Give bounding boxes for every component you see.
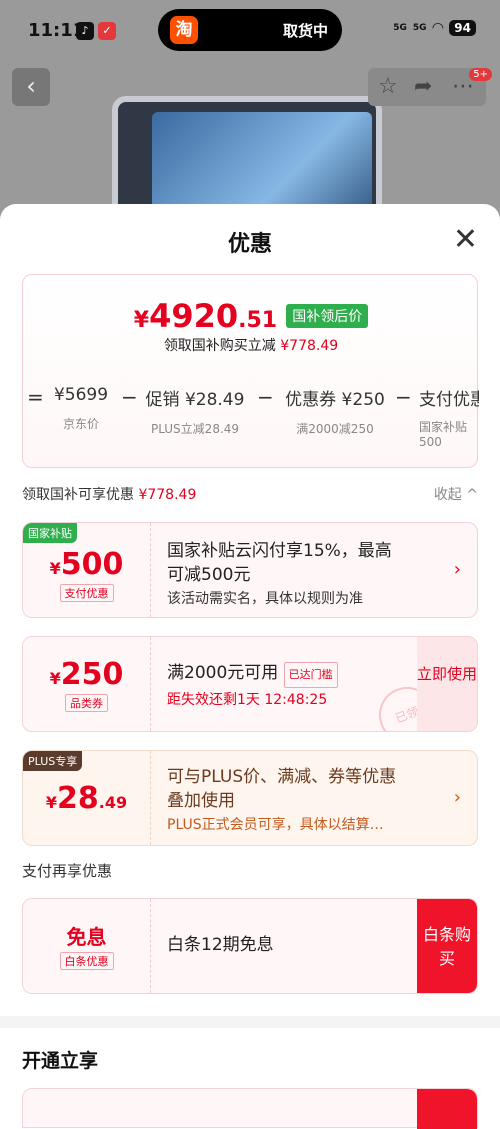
coupon-desc: 可与PLUS价、满减、券等优惠 叠加使用 PLUS正式会员可享，具体以结算… xyxy=(167,765,396,837)
section-guobu: 领取国补可享优惠 ¥778.49 xyxy=(22,484,196,504)
price-tag: 国补领后价 xyxy=(286,304,369,328)
final-price: ¥4920.51 国补领后价 xyxy=(23,297,479,335)
star-icon[interactable]: ☆ xyxy=(378,74,398,99)
coupon-line: 满2000元可用 xyxy=(167,663,279,683)
breakdown-item: 促销 ¥28.49 PLUS立减28.49 xyxy=(143,385,247,437)
back-button[interactable]: ‹ xyxy=(12,68,50,106)
status-right: 5G 5G ◠ 94 xyxy=(393,20,476,36)
tiktok-icon: ♪ xyxy=(76,22,94,40)
baitiao-buy-button[interactable]: 白条购买 xyxy=(417,899,477,993)
section-open: 开通立享 xyxy=(22,1050,99,1072)
breakdown-value: 支付优惠 xyxy=(419,390,479,410)
price-currency: ¥ xyxy=(133,308,150,333)
breakdown-item: 支付优惠 国家补贴 500 xyxy=(419,385,479,449)
coupon-card-subsidy[interactable]: ¥500 支付优惠 国家补贴 国家补贴云闪付享15%，最高 可减500元 该活动… xyxy=(22,522,478,618)
breakdown-item: ¥5699 京东价 xyxy=(51,385,111,432)
use-now-button[interactable]: 立即使用 xyxy=(417,637,477,731)
notification-icon: ✓ xyxy=(98,22,116,40)
coupon-amount: ¥500 xyxy=(49,547,124,582)
price-subtitle: 领取国补购买立减 ¥778.49 xyxy=(23,335,479,355)
price-summary: ¥4920.51 国补领后价 领取国补购买立减 ¥778.49 = ¥5699 … xyxy=(22,274,479,468)
coupon-line: 可减500元 xyxy=(167,565,251,585)
op-minus: − xyxy=(121,385,138,409)
coupon-card-plus[interactable]: ¥28.49 PLUS专享 可与PLUS价、满减、券等优惠 叠加使用 PLUS正… xyxy=(22,750,478,846)
status-bar: 11:11 ♪ ✓ 淘 取货中 5G 5G ◠ 94 xyxy=(0,0,500,62)
sheet-title: 优惠 xyxy=(227,232,272,257)
signal-icon: 5G xyxy=(393,23,407,33)
breakdown-value: 促销 ¥28.49 xyxy=(145,390,245,410)
price-dec: .51 xyxy=(238,308,278,333)
coupon-amount: ¥28.49 xyxy=(45,781,128,816)
island-label: 取货中 xyxy=(282,22,328,40)
op-minus: − xyxy=(395,385,412,409)
collapse-button[interactable]: 收起 ^ xyxy=(434,484,478,504)
battery-icon: 94 xyxy=(449,20,476,36)
chevron-right-icon[interactable]: › xyxy=(454,559,461,580)
section-divider xyxy=(0,1016,500,1028)
price-int: 4920 xyxy=(149,297,239,335)
coupon-line: 可与PLUS价、满减、券等优惠 xyxy=(167,767,397,787)
discount-sheet: 优惠 ✕ ¥4920.51 国补领后价 领取国补购买立减 ¥778.49 = ¥… xyxy=(0,204,500,1111)
breakdown-value: ¥5699 xyxy=(53,385,109,405)
coupon-desc: 满2000元可用 已达门槛 距失效还剩1天 12:48:25 xyxy=(167,661,338,712)
coupon-tag: 支付优惠 xyxy=(59,584,114,602)
breakdown-label: 满2000减250 xyxy=(296,422,374,436)
coupon-tag: 品类券 xyxy=(65,694,108,712)
breakdown-label: PLUS立减28.49 xyxy=(150,422,240,436)
open-button[interactable] xyxy=(417,1089,477,1129)
payment-card-baitiao[interactable]: 免息 白条优惠 白条12期免息 白条购买 xyxy=(22,898,478,994)
breakdown-label: 京东价 xyxy=(62,417,99,431)
message-badge: 5+ xyxy=(469,68,492,81)
coupon-amount: ¥250 xyxy=(49,657,124,692)
close-icon[interactable]: ✕ xyxy=(453,222,478,257)
subtitle-amount: ¥778.49 xyxy=(280,338,339,354)
section-payment: 支付再享优惠 xyxy=(22,862,113,880)
coupon-line: 叠加使用 xyxy=(167,791,235,811)
share-icon[interactable]: ➦ xyxy=(414,74,432,99)
signal-icon-2: 5G xyxy=(412,23,427,33)
threshold-badge: 已达门槛 xyxy=(283,662,338,688)
taobao-icon: 淘 xyxy=(170,16,198,44)
wifi-icon: ◠ xyxy=(432,20,444,36)
section-amount: ¥778.49 xyxy=(138,487,197,503)
pay-left: 免息 白条优惠 xyxy=(23,899,151,993)
open-card-stub[interactable] xyxy=(22,1088,478,1129)
breakdown-label: 国家补贴 500 xyxy=(419,420,468,449)
op-equals: = xyxy=(27,385,44,409)
breakdown-item: 优惠券 ¥250 满2000减250 xyxy=(281,385,389,437)
breakdown-value: 优惠券 ¥250 xyxy=(285,390,385,410)
chevron-right-icon[interactable]: › xyxy=(454,787,461,808)
op-minus: − xyxy=(257,385,274,409)
subtitle-text: 领取国补购买立减 xyxy=(163,338,276,354)
price-breakdown[interactable]: = ¥5699 京东价 − 促销 ¥28.49 PLUS立减28.49 − 优惠… xyxy=(23,385,479,461)
pay-text: 白条12期免息 xyxy=(167,935,274,955)
dynamic-island[interactable]: 淘 取货中 xyxy=(158,9,342,51)
corner-tag: 国家补贴 xyxy=(23,523,77,543)
coupon-desc: 国家补贴云闪付享15%，最高 可减500元 该活动需实名，具体以规则为准 xyxy=(167,539,392,611)
pay-tag: 白条优惠 xyxy=(59,952,114,970)
coupon-left: ¥250 品类券 xyxy=(23,637,151,731)
coupon-line: 国家补贴云闪付享15%，最高 xyxy=(167,541,392,561)
pay-title: 免息 xyxy=(66,925,107,949)
coupon-rule: 该活动需实名，具体以规则为准 xyxy=(167,591,363,607)
corner-tag: PLUS专享 xyxy=(23,751,83,771)
section-label: 领取国补可享优惠 xyxy=(22,487,134,503)
coupon-card-category[interactable]: ¥250 品类券 满2000元可用 已达门槛 距失效还剩1天 12:48:25 … xyxy=(22,636,478,732)
coupon-countdown: 距失效还剩1天 12:48:25 xyxy=(167,692,328,708)
coupon-rule: PLUS正式会员可享，具体以结算… xyxy=(167,817,384,833)
